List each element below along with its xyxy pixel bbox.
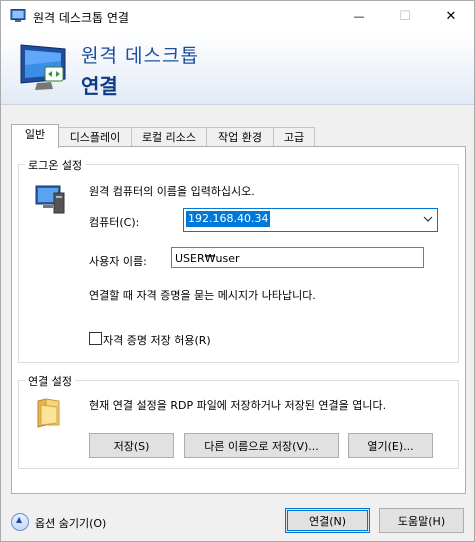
login-settings-title: 로그온 설정 [25, 157, 86, 173]
rdp-window: 원격 데스크톱 연결 — ☐ ✕ 원격 데스크톱 연결 일반 디스플레이 로컬 … [0, 0, 475, 542]
close-button[interactable]: ✕ [428, 1, 474, 32]
connection-settings-title: 연결 설정 [25, 373, 75, 389]
help-button[interactable]: 도움말(H) [379, 508, 464, 533]
computer-instruction: 원격 컴퓨터의 이름을 입력하십시오. [89, 185, 255, 198]
tab-display[interactable]: 디스플레이 [58, 127, 132, 147]
monitor-icon [20, 44, 66, 90]
minimize-button[interactable]: — [336, 1, 382, 32]
banner-title: 원격 데스크톱 [81, 45, 199, 67]
computer-combobox[interactable]: 192.168.40.34 [183, 208, 438, 232]
title-bar[interactable]: 원격 데스크톱 연결 — ☐ ✕ [1, 1, 474, 32]
username-input[interactable]: USER₩user [171, 247, 424, 268]
username-label: 사용자 이름: [89, 255, 147, 268]
tab-general[interactable]: 일반 [11, 124, 59, 148]
folder-icon [37, 398, 60, 428]
save-as-button[interactable]: 다른 이름으로 저장(V)... [184, 433, 339, 458]
computer-label: 컴퓨터(C): [89, 216, 140, 229]
banner-subtitle: 연결 [81, 74, 118, 98]
maximize-button[interactable]: ☐ [382, 1, 428, 32]
chevron-down-icon[interactable] [423, 213, 433, 225]
tab-local-resources[interactable]: 로컬 리소스 [131, 127, 207, 147]
save-button[interactable]: 저장(S) [89, 433, 174, 458]
computer-value: 192.168.40.34 [186, 211, 271, 227]
connect-button[interactable]: 연결(N) [285, 508, 370, 533]
connection-description: 현재 연결 설정을 RDP 파일에 저장하거나 저장된 연결을 엽니다. [89, 399, 387, 412]
save-credentials-checkbox[interactable] [89, 332, 102, 345]
remote-desktop-icon [10, 9, 26, 22]
computer-icon [35, 185, 65, 214]
open-button[interactable]: 열기(E)... [348, 433, 433, 458]
tab-experience[interactable]: 작업 환경 [206, 127, 274, 147]
tab-advanced[interactable]: 고급 [273, 127, 315, 147]
save-credentials-label[interactable]: 자격 증명 저장 허용(R) [103, 332, 211, 348]
hide-options-link[interactable]: 옵션 숨기기(O) [35, 515, 106, 531]
window-title: 원격 데스크톱 연결 [33, 11, 129, 25]
chevron-up-icon[interactable]: ▲ [11, 513, 29, 531]
banner-divider [1, 104, 474, 105]
credential-note: 연결할 때 자격 증명을 묻는 메시지가 나타납니다. [89, 289, 316, 302]
